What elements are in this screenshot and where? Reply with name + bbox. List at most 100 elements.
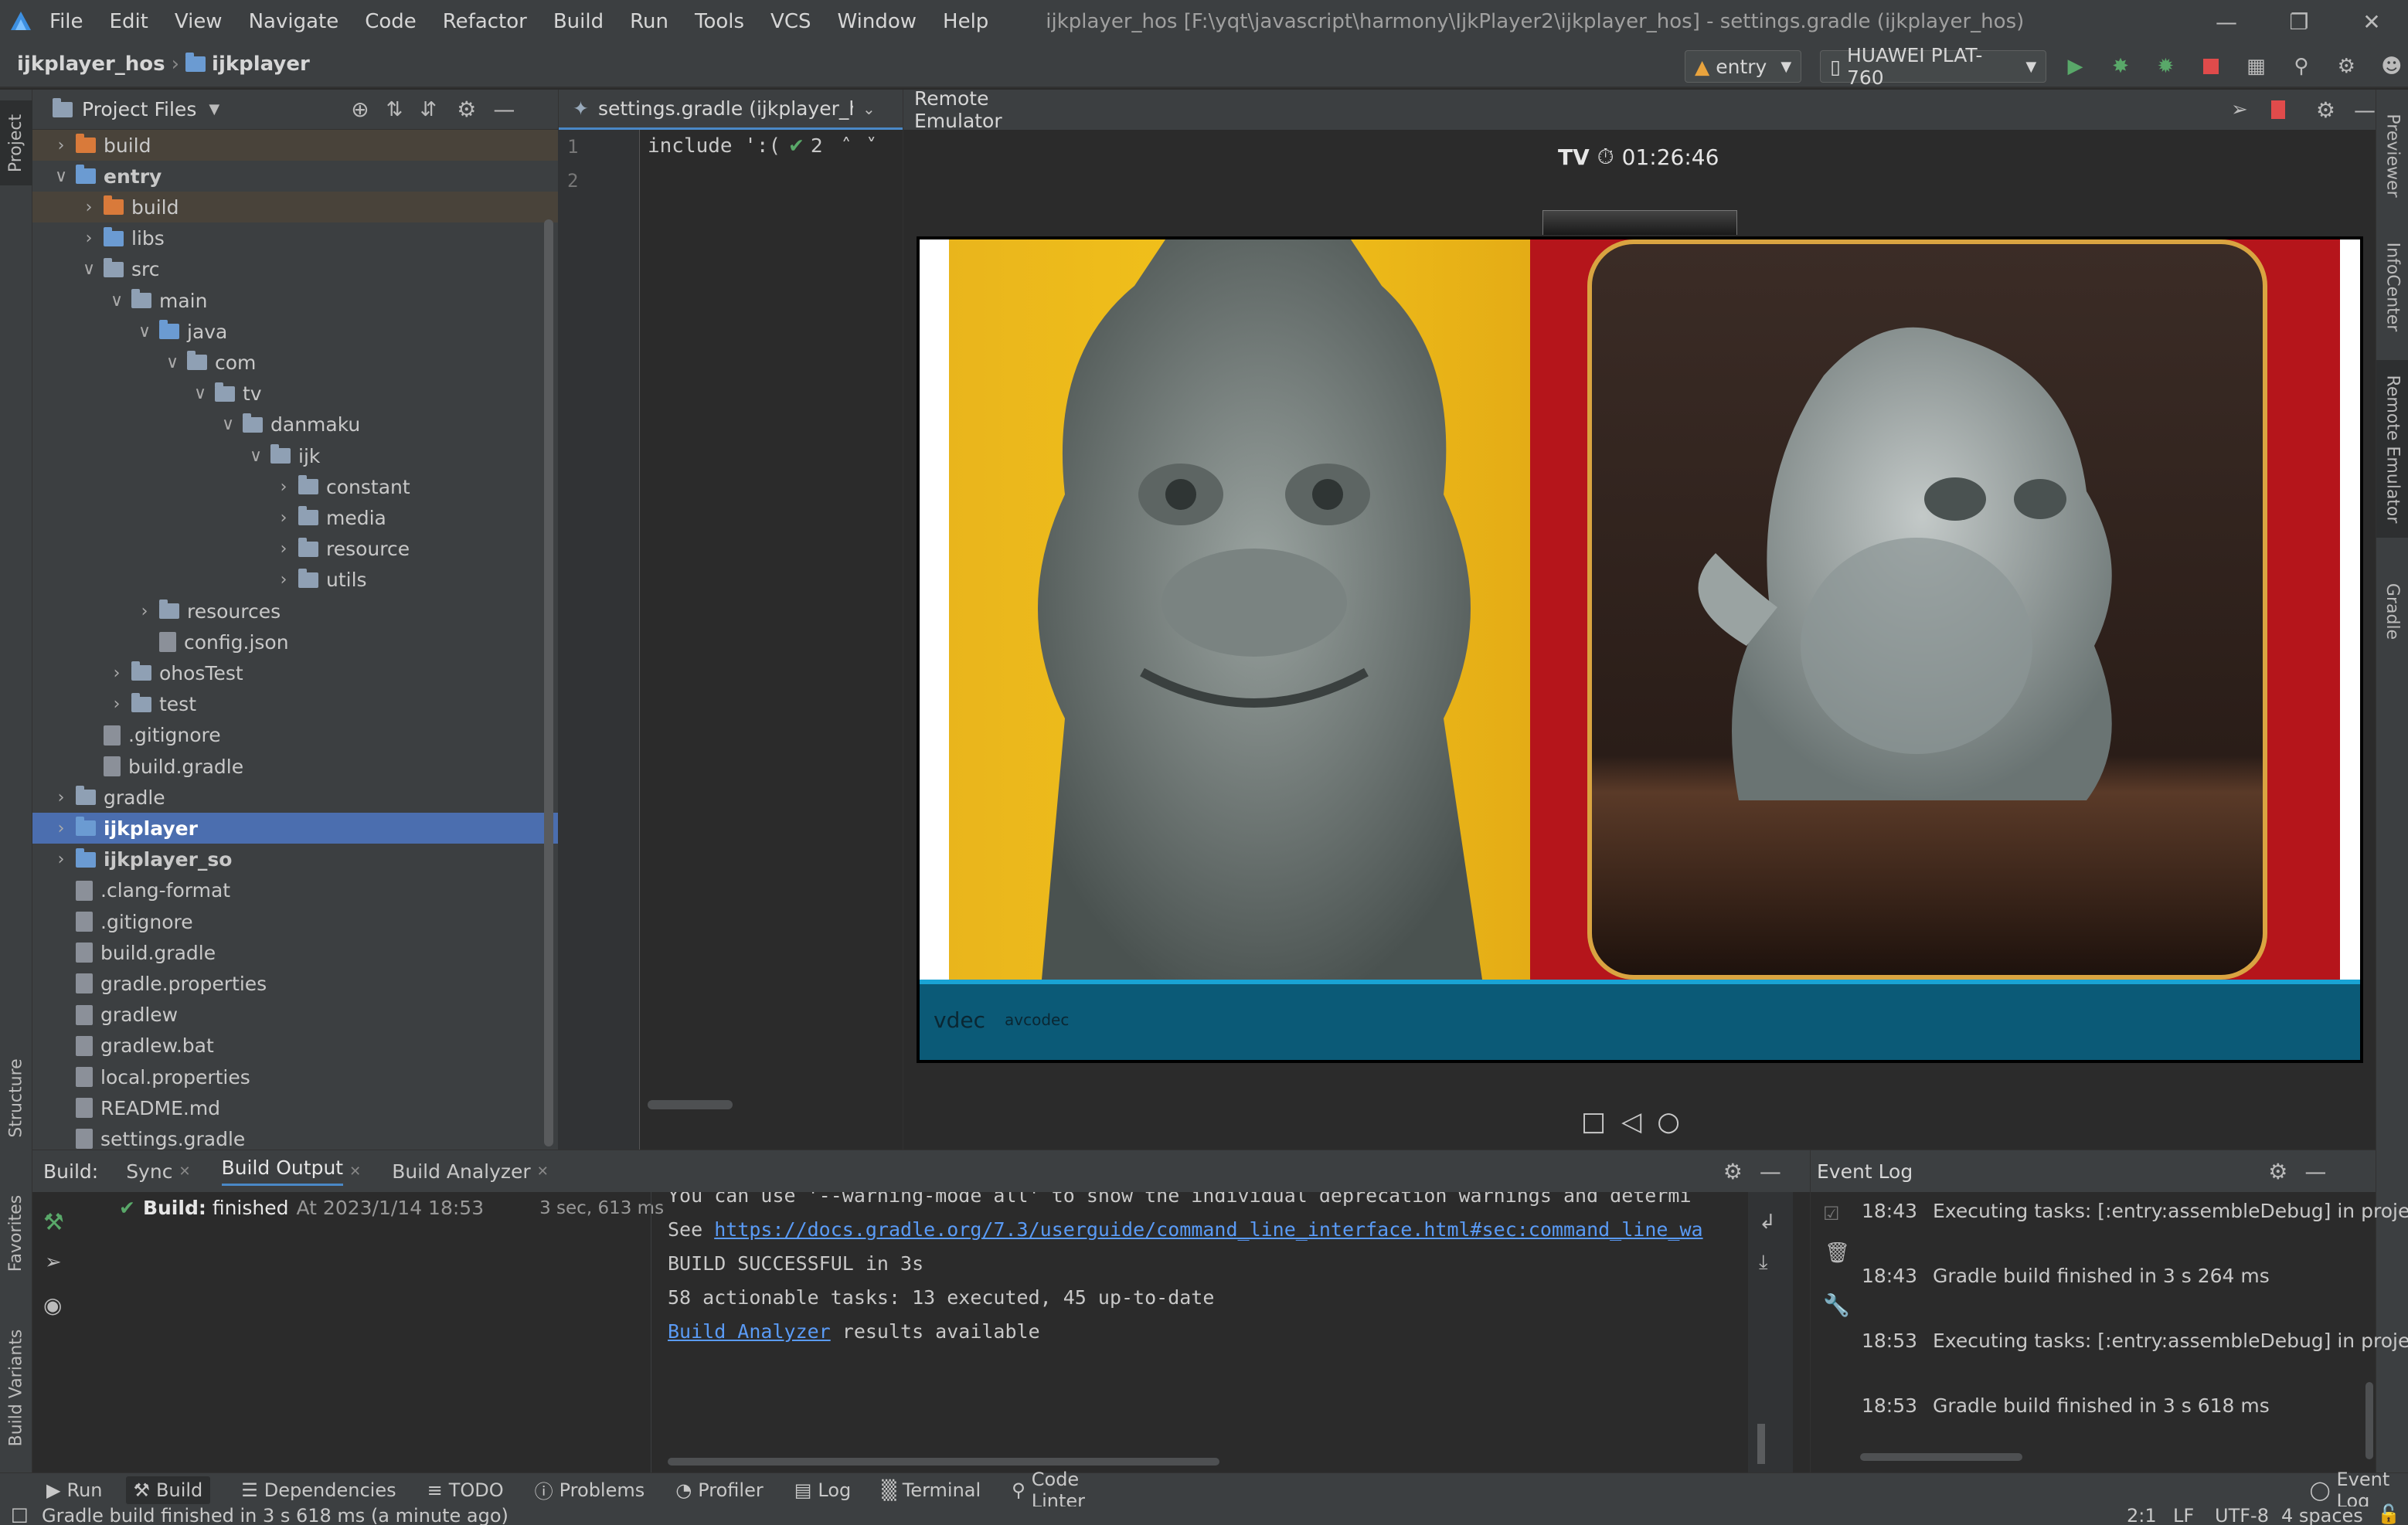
tree-item[interactable]: .gitignore — [32, 906, 558, 937]
problems-tool-button[interactable]: ⓘ Problems — [535, 1476, 645, 1503]
soft-wrap-icon[interactable]: ↲ — [1759, 1211, 1776, 1234]
build-status-row[interactable]: ✔ Build: finished At 2023/1/14 18:53 3 s… — [119, 1197, 664, 1219]
close-icon[interactable]: ✕ — [179, 1163, 190, 1180]
menu-vcs[interactable]: VCS — [770, 10, 811, 33]
run-config-select[interactable]: ▲ entry ▼ — [1685, 50, 1802, 83]
remote-emulator-tool-tab[interactable]: Remote Emulator — [2376, 360, 2408, 538]
tree-item[interactable]: gradle.properties — [32, 968, 558, 999]
tree-item[interactable]: .clang-format — [32, 875, 558, 906]
tree-item[interactable]: ∨ src — [32, 254, 558, 285]
eye-icon[interactable]: ◉ — [43, 1292, 62, 1318]
breadcrumb-child[interactable]: ijkplayer — [212, 53, 310, 76]
infocenter-tool-tab[interactable]: InfoCenter — [2376, 229, 2408, 345]
tree-item[interactable]: › constant — [32, 471, 558, 502]
stop-emulator-icon[interactable] — [2270, 100, 2285, 119]
tree-item[interactable]: ∨ ijk — [32, 440, 558, 471]
todo-tool-button[interactable]: ≡ TODO — [427, 1479, 504, 1501]
chevron-right-icon[interactable]: › — [275, 570, 292, 589]
chevron-right-icon[interactable]: › — [53, 850, 70, 869]
hide-panel-icon[interactable]: — — [493, 97, 515, 122]
project-structure-icon[interactable]: ▦ — [2240, 49, 2272, 83]
menu-code[interactable]: Code — [365, 10, 417, 33]
clear-log-icon[interactable]: 🗑 — [1825, 1241, 1850, 1265]
tree-item[interactable]: gradlew — [32, 1000, 558, 1031]
project-scrollbar[interactable] — [544, 219, 553, 1146]
chevron-right-icon[interactable]: › — [108, 695, 125, 714]
expand-all-icon[interactable]: ⇅ — [386, 98, 403, 121]
menu-edit[interactable]: Edit — [110, 10, 148, 33]
favorites-tool-tab[interactable]: Favorites — [0, 1171, 32, 1295]
tree-item[interactable]: ∨ com — [32, 347, 558, 378]
tree-item[interactable]: .gitignore — [32, 720, 558, 751]
terminal-tool-button[interactable]: ▒ Terminal — [882, 1479, 981, 1501]
indent-setting[interactable]: 4 spaces — [2281, 1505, 2363, 1525]
gradle-tool-tab[interactable]: Gradle — [2376, 569, 2408, 654]
chevron-right-icon[interactable]: › — [80, 229, 97, 248]
gradle-docs-link[interactable]: https://docs.gradle.org/7.3/userguide/co… — [714, 1218, 1702, 1241]
scroll-to-end-icon[interactable]: ⤓ — [1759, 1251, 1768, 1275]
chevron-down-icon[interactable]: ▼ — [209, 101, 219, 117]
mark-read-icon[interactable]: ☑ — [1823, 1203, 1840, 1224]
chevron-down-icon[interactable]: ∨ — [164, 353, 181, 372]
hide-panel-icon[interactable]: — — [2354, 97, 2376, 123]
gear-icon[interactable]: ⚙ — [457, 97, 476, 122]
menu-navigate[interactable]: Navigate — [249, 10, 339, 33]
tree-item[interactable]: › libs — [32, 223, 558, 254]
attach-debugger-icon[interactable]: ✹ — [2149, 49, 2182, 83]
menu-help[interactable]: Help — [943, 10, 988, 33]
log-tool-button[interactable]: ▤ Log — [794, 1479, 852, 1501]
chevron-down-icon[interactable]: ∨ — [247, 447, 264, 466]
hammer-icon[interactable]: ⚒ — [43, 1209, 64, 1236]
tree-item[interactable]: gradlew.bat — [32, 1031, 558, 1061]
caret-position[interactable]: 2:1 — [2127, 1505, 2157, 1525]
menu-tools[interactable]: Tools — [695, 10, 744, 33]
hide-panel-icon[interactable]: — — [2304, 1159, 2326, 1184]
chevron-right-icon[interactable]: › — [275, 508, 292, 528]
home-icon[interactable]: ○ — [1657, 1106, 1680, 1137]
chevron-right-icon[interactable]: › — [108, 664, 125, 683]
chevron-right-icon[interactable]: › — [275, 477, 292, 497]
breadcrumb-root[interactable]: ijkplayer_hos — [17, 53, 165, 76]
previewer-tool-tab[interactable]: Previewer — [2376, 97, 2408, 213]
tree-item[interactable]: › media — [32, 502, 558, 533]
menu-view[interactable]: View — [175, 10, 223, 33]
tree-item[interactable]: ∨ main — [32, 285, 558, 316]
tree-item[interactable]: build.gradle — [32, 937, 558, 968]
console-vscrollbar[interactable] — [1757, 1424, 1765, 1464]
tree-item[interactable]: › ijkplayer — [32, 813, 558, 844]
tree-item[interactable]: › ijkplayer_so — [32, 844, 558, 875]
tab-build-analyzer[interactable]: Build Analyzer — [392, 1160, 531, 1183]
chevron-down-icon[interactable]: ∨ — [192, 384, 209, 403]
event-log-entry[interactable]: 18:43 Gradle build finished in 3 s 264 ms — [1862, 1265, 2270, 1287]
gear-icon[interactable]: ⚙ — [2316, 97, 2335, 123]
tree-item[interactable]: › resources — [32, 596, 558, 627]
tab-build-output[interactable]: Build Output — [221, 1156, 344, 1186]
menu-file[interactable]: File — [49, 10, 83, 33]
event-log-entry[interactable]: 18:53 Executing tasks: [:entry:assembleDe… — [1862, 1330, 2408, 1352]
back-icon[interactable]: ◁ — [1621, 1106, 1641, 1137]
chevron-up-icon[interactable]: ˄ — [842, 134, 852, 157]
status-toggle-icon[interactable]: □ — [11, 1503, 29, 1525]
project-view-select[interactable]: Project Files — [82, 98, 196, 121]
tree-item[interactable]: › build — [32, 130, 558, 161]
close-window-button[interactable]: ✕ — [2335, 0, 2408, 43]
chevron-down-icon[interactable]: ∨ — [136, 322, 153, 341]
chevron-right-icon[interactable]: › — [275, 539, 292, 559]
tree-item[interactable]: ∨ tv — [32, 379, 558, 409]
line-separator[interactable]: LF — [2173, 1505, 2194, 1525]
tree-item[interactable]: › utils — [32, 565, 558, 596]
pin-icon[interactable]: ➢ — [45, 1251, 62, 1274]
dependencies-tool-button[interactable]: ☰ Dependencies — [241, 1479, 396, 1501]
chevron-right-icon[interactable]: › — [53, 788, 70, 807]
profiler-tool-button[interactable]: ◔ Profiler — [675, 1479, 763, 1501]
debug-icon[interactable]: ✸ — [2104, 49, 2137, 83]
console-hscrollbar[interactable] — [668, 1458, 1219, 1466]
emulator-screen[interactable]: vdec avcodec — [917, 236, 2363, 1063]
event-log-entry[interactable]: 18:43 Executing tasks: [:entry:assembleDe… — [1862, 1200, 2408, 1222]
tree-item[interactable]: › resource — [32, 534, 558, 565]
tree-item[interactable]: config.json — [32, 627, 558, 657]
chevron-down-icon[interactable]: ∨ — [108, 291, 125, 311]
chevron-right-icon[interactable]: › — [80, 198, 97, 217]
status-message[interactable]: Gradle build finished in 3 s 618 ms (a m… — [42, 1505, 508, 1525]
chevron-down-icon[interactable]: ∨ — [53, 167, 70, 186]
